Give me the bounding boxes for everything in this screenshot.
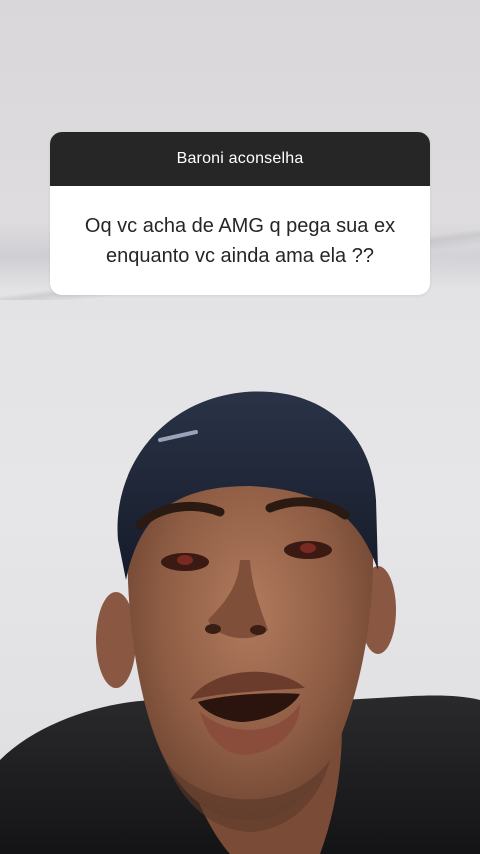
story-viewer[interactable]: Baroni aconselha Oq vc acha de AMG q peg… [0, 0, 480, 854]
question-header: Baroni aconselha [50, 132, 430, 186]
question-text: Oq vc acha de AMG q pega sua ex enquanto… [84, 214, 396, 267]
video-frame [0, 391, 480, 854]
question-sticker[interactable]: Baroni aconselha Oq vc acha de AMG q peg… [50, 132, 430, 295]
question-body: Oq vc acha de AMG q pega sua ex enquanto… [50, 186, 430, 295]
question-header-text: Baroni aconselha [176, 150, 304, 167]
